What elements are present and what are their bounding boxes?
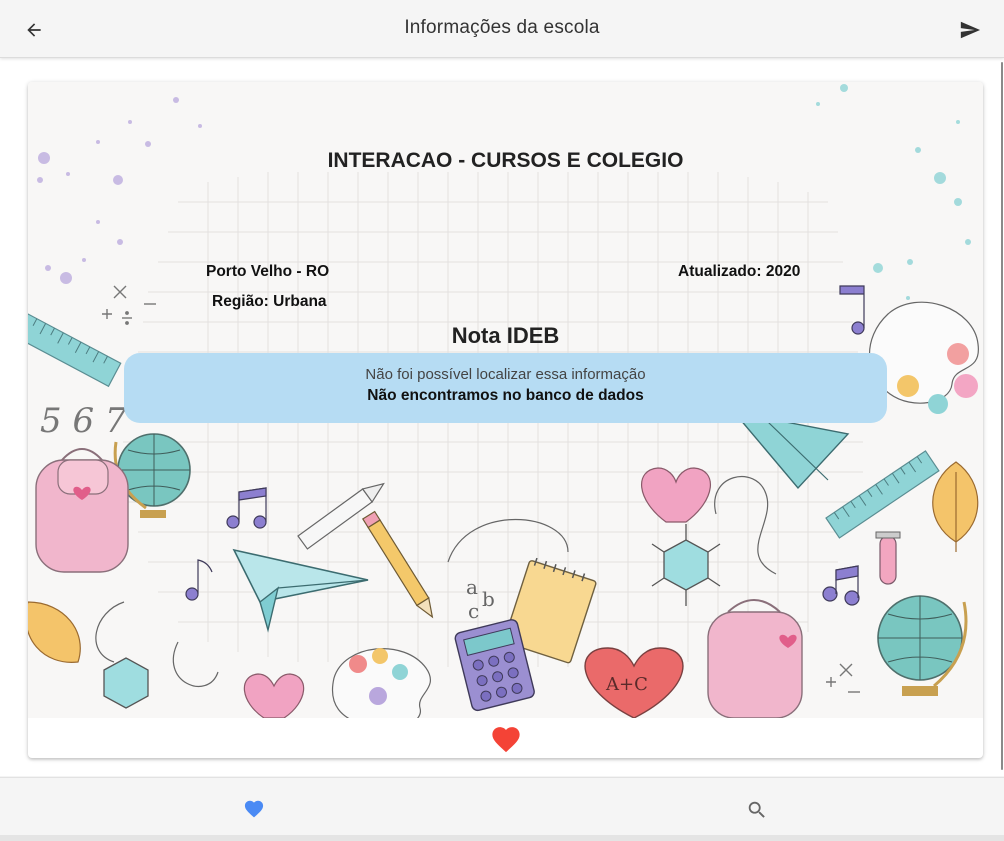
page-title: Informações da escola bbox=[404, 17, 600, 38]
favorite-button[interactable] bbox=[488, 722, 524, 754]
nav-search[interactable] bbox=[741, 794, 773, 826]
svg-text:A+C: A+C bbox=[605, 674, 648, 695]
school-region: Região: Urbana bbox=[212, 293, 327, 310]
svg-text:b: b bbox=[482, 587, 495, 611]
scrollbar[interactable] bbox=[1001, 62, 1003, 770]
school-name: INTERACAO - CURSOS E COLEGIO bbox=[327, 149, 684, 172]
school-card: 5 6 7 a b c A+C INTERACAO - CURSOS E COL… bbox=[28, 82, 983, 758]
send-button[interactable] bbox=[956, 16, 984, 44]
heart-icon bbox=[492, 727, 520, 753]
card-background: 5 6 7 a b c A+C INTERACAO - CURSOS E COL… bbox=[28, 82, 983, 718]
ideb-title: Nota IDEB bbox=[451, 323, 560, 348]
school-city: Porto Velho - RO bbox=[206, 263, 330, 280]
search-icon bbox=[748, 801, 765, 818]
ideb-not-found-message: Não foi possível localizar essa informaç… bbox=[365, 366, 646, 383]
ideb-info-box: Não foi possível localizar essa informaç… bbox=[124, 353, 887, 423]
app: Informações da escola 5 6 7 a b c A+C IN… bbox=[0, 0, 1004, 841]
bottom-navigation bbox=[0, 777, 1004, 841]
updated-year: Atualizado: 2020 bbox=[678, 263, 801, 280]
ideb-not-found-detail: Não encontramos no banco de dados bbox=[367, 387, 644, 404]
bottom-divider bbox=[0, 835, 1004, 841]
heart-icon bbox=[244, 800, 264, 818]
svg-text:c: c bbox=[468, 599, 479, 623]
svg-text:5 6 7: 5 6 7 bbox=[40, 401, 127, 441]
send-icon bbox=[960, 21, 981, 39]
heart-icon-shape bbox=[492, 727, 520, 753]
top-app-bar: Informações da escola bbox=[0, 0, 1004, 58]
svg-text:a: a bbox=[466, 575, 478, 599]
nav-favorites[interactable] bbox=[238, 794, 270, 822]
